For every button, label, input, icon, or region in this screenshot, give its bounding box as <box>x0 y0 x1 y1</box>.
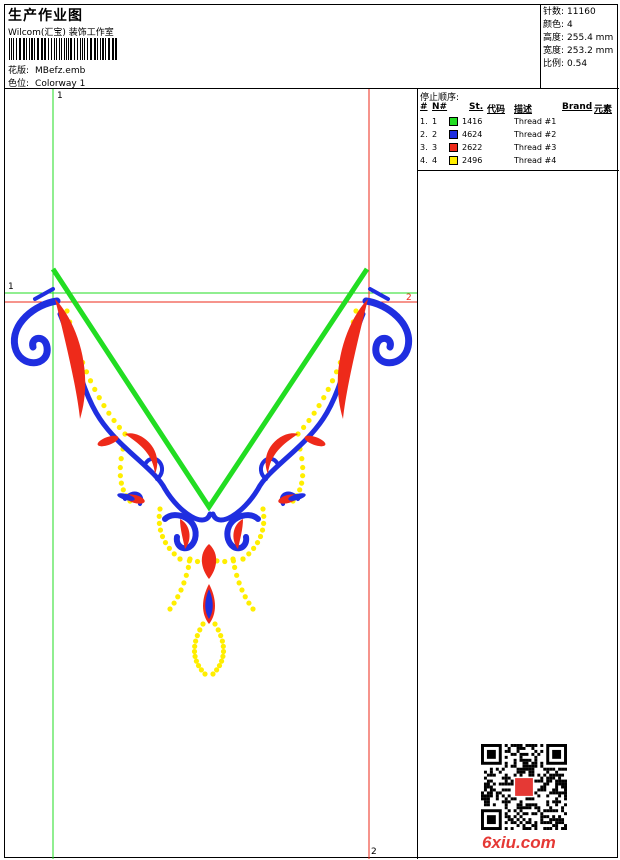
green-v-line <box>50 267 370 512</box>
thread-row-num: 1. <box>420 117 428 126</box>
watermark: 6xiu.com <box>482 833 556 852</box>
col-header-brand: Brand <box>562 102 593 112</box>
col-header-num: # <box>420 102 428 112</box>
thread-color-swatch <box>449 156 458 165</box>
col-header-st: St. <box>469 102 484 112</box>
thread-row-n: 4 <box>432 156 438 165</box>
guide-label-green-vertical: 1 <box>57 91 63 101</box>
qr-code <box>481 744 567 830</box>
stat-scale: 比例: 0.54 <box>543 59 588 69</box>
colorway-value: Colorway 1 <box>35 79 86 89</box>
embroidery-design <box>5 89 417 859</box>
col-header-element: 元素 <box>594 105 613 115</box>
production-sheet: 生产作业图 Wilcom(汇宝) 装饰工作室 花版: MBefz.emb 色位: C… <box>4 4 619 859</box>
stop-sequence-table: 停止顺序: # N# St. 代码 描述 Brand 元素 1. 1 1416 Thr… <box>418 89 619 171</box>
thread-row-n: 3 <box>432 143 438 152</box>
col-header-n: N# <box>432 102 448 112</box>
thread-row-code: 1416 <box>462 117 483 126</box>
guide-label-red-horizontal: 2 <box>406 293 412 303</box>
stat-width: 宽度: 253.2 mm <box>543 46 614 56</box>
thread-row-desc: Thread #4 <box>514 156 557 165</box>
thread-row-num: 4. <box>420 156 428 165</box>
thread-row-num: 3. <box>420 143 428 152</box>
thread-color-swatch <box>449 117 458 126</box>
stat-stitches: 针数: 11160 <box>543 7 596 17</box>
design-canvas: 1 1 2 2 <box>5 89 418 859</box>
thread-row-n: 1 <box>432 117 438 126</box>
guide-label-red-vertical: 2 <box>371 847 377 857</box>
colorway: 色位: Colorway 1 <box>8 76 85 89</box>
yellow-bead-chains <box>64 308 359 677</box>
stat-colors: 颜色: 4 <box>543 20 573 30</box>
col-header-desc: 描述 <box>514 105 533 115</box>
guide-label-green-horizontal: 1 <box>8 282 14 292</box>
design-stats: 针数: 11160 颜色: 4 高度: 255.4 mm 宽度: 253.2 mm 比例… <box>541 5 619 89</box>
thread-row: 1. 1 1416 Thread #1 <box>418 117 619 130</box>
stat-height: 高度: 255.4 mm <box>543 33 614 43</box>
col-header-code: 代码 <box>487 105 506 115</box>
sheet-header: 生产作业图 Wilcom(汇宝) 装饰工作室 花版: MBefz.emb 色位: C… <box>5 5 541 89</box>
thread-row: 4. 4 2496 Thread #4 <box>418 156 619 169</box>
thread-row-desc: Thread #2 <box>514 130 557 139</box>
thread-row: 3. 3 2622 Thread #3 <box>418 143 619 156</box>
thread-row-desc: Thread #1 <box>514 117 557 126</box>
thread-row-code: 2496 <box>462 156 483 165</box>
thread-row-num: 2. <box>420 130 428 139</box>
barcode <box>9 38 117 60</box>
thread-row-code: 2622 <box>462 143 483 152</box>
thread-color-swatch <box>449 130 458 139</box>
thread-color-swatch <box>449 143 458 152</box>
design-file: 花版: MBefz.emb <box>8 63 85 76</box>
design-file-label: 花版: <box>8 66 30 76</box>
thread-row-desc: Thread #3 <box>514 143 557 152</box>
design-file-value: MBefz.emb <box>35 66 86 76</box>
company-name: Wilcom(汇宝) 装饰工作室 <box>8 28 114 38</box>
thread-row-n: 2 <box>432 130 438 139</box>
page-title: 生产作业图 <box>8 8 83 24</box>
thread-row-code: 4624 <box>462 130 483 139</box>
colorway-label: 色位: <box>8 79 30 89</box>
thread-row: 2. 2 4624 Thread #2 <box>418 130 619 143</box>
